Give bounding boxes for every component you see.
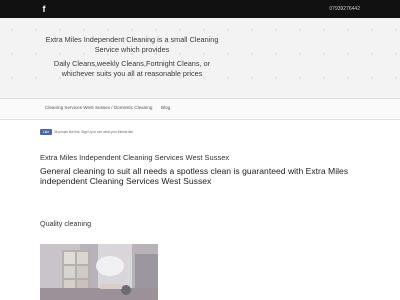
hero-line-1: Extra Miles Independent Cleaning is a sm… — [45, 35, 219, 44]
nav-item-blog[interactable]: Blog — [161, 105, 170, 110]
room-photo — [40, 244, 158, 300]
quality-cleaning-heading: Quality cleaning — [40, 219, 92, 228]
hero-line-4: whichever suits you all at reasonable pr… — [61, 69, 203, 78]
hero-banner: Extra Miles Independent Cleaning is a sm… — [0, 18, 400, 98]
hero-line-3: Daily Cleans,weekly Cleans,Fortnight Cle… — [53, 59, 211, 68]
nav-item-cleaning-services[interactable]: Cleaning Services West Sussex / Domestic… — [45, 105, 152, 110]
phone-number[interactable]: 07939276442 — [329, 4, 360, 14]
room-photo-illustration — [40, 244, 158, 300]
like-count-text: 36 people like this. Sign Up to see what… — [54, 130, 134, 134]
top-bar: f 07939276442 — [0, 0, 400, 18]
section-title: Extra Miles Independent Cleaning Service… — [40, 153, 230, 162]
facebook-icon[interactable]: f — [41, 3, 47, 15]
hero-intro: Extra Miles Independent Cleaning is a sm… — [0, 35, 264, 79]
hero-line-2: Service which provides — [94, 45, 170, 54]
lead-paragraph: General cleaning to suit all needs a spo… — [40, 166, 349, 186]
like-button[interactable]: Like — [40, 129, 52, 135]
main-nav: Cleaning Services West Sussex / Domestic… — [0, 98, 400, 120]
